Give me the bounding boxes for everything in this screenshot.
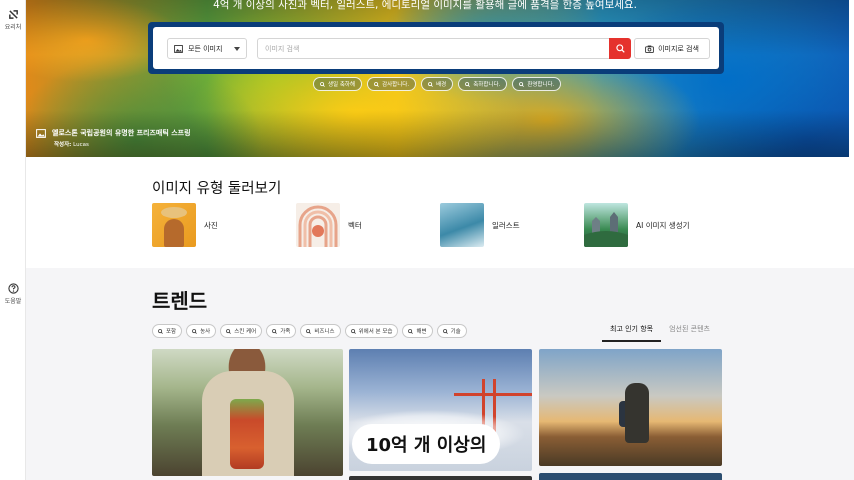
- trend-filter-chip[interactable]: 해변: [402, 324, 433, 338]
- trend-filter-label: 가족: [280, 329, 291, 335]
- trend-filter-chip[interactable]: 비즈니스: [300, 324, 341, 338]
- rainbow-arch-icon: [298, 205, 338, 247]
- suggestion-chip[interactable]: 생일 축하해: [313, 77, 363, 91]
- search-by-image-label: 이미지로 검색: [658, 44, 699, 53]
- search-panel: 모든 이미지 이미지로 검색: [148, 22, 724, 74]
- search-icon: [519, 81, 525, 87]
- left-sidebar: 요리처 도움말: [0, 0, 26, 480]
- suggestion-label: 배경: [436, 82, 447, 88]
- trend-filter-chip[interactable]: 기술: [436, 324, 467, 338]
- suggestion-chip[interactable]: 환영합니다.: [512, 77, 562, 91]
- image-type-illustration[interactable]: 일러스트: [440, 203, 584, 247]
- ai-generator-thumbnail: [584, 203, 628, 247]
- image-type-ai-generator[interactable]: AI 이미지 생성기: [584, 203, 728, 247]
- search-icon: [272, 328, 278, 334]
- suggestion-chip[interactable]: 감사합니다.: [367, 77, 417, 91]
- trend-filter-chip[interactable]: 포함: [152, 324, 183, 338]
- image-icon: [174, 44, 183, 53]
- trend-filter-label: 비즈니스: [314, 329, 335, 335]
- caption-title[interactable]: 옐로스톤 국립공원의 유명한 프리즈매틱 스프링: [52, 128, 191, 138]
- camera-icon: [645, 45, 654, 53]
- search-by-image-button[interactable]: 이미지로 검색: [634, 38, 710, 59]
- image-type-label: 일러스트: [492, 220, 520, 230]
- vector-thumbnail: [296, 203, 340, 247]
- image-type-vector[interactable]: 벡터: [296, 203, 440, 247]
- hero-banner: 4억 개 이상의 사진과 벡터, 일러스트, 에디토리얼 이미지를 활용해 글에…: [26, 0, 849, 157]
- carrots-shape: [230, 399, 264, 469]
- trend-filter-label: 기술: [450, 329, 461, 335]
- suggestion-label: 축하합니다.: [473, 82, 501, 88]
- caption-author-label: 작성자:: [54, 142, 72, 148]
- hero-subtitle: 4억 개 이상의 사진과 벡터, 일러스트, 에디토리얼 이미지를 활용해 글에…: [213, 0, 637, 11]
- trend-filter-chip[interactable]: 스킨 케어: [220, 324, 263, 338]
- trend-image-farmer-carrots[interactable]: [152, 349, 343, 476]
- trend-image-hiker-sunset[interactable]: [539, 349, 722, 466]
- trend-image-partial[interactable]: [349, 476, 532, 480]
- sidebar-logo-item[interactable]: 요리처: [0, 9, 26, 31]
- chevron-down-icon: [234, 47, 240, 51]
- trend-filter-chip[interactable]: 가족: [266, 324, 297, 338]
- trend-filter-label: 해변: [416, 329, 427, 335]
- caption-author-name[interactable]: Lucas: [73, 142, 89, 148]
- photo-thumbnail: [152, 203, 196, 247]
- trend-filter-label: 스킨 케어: [234, 329, 257, 335]
- caption-author: 작성자: Lucas: [54, 140, 191, 148]
- hiker-shape: [625, 383, 649, 443]
- search-icon: [306, 328, 312, 334]
- tab-most-popular[interactable]: 최고 인기 항목: [602, 320, 662, 342]
- suggestion-label: 환영합니다.: [527, 82, 555, 88]
- trend-filter-chips: 포함 농사 스킨 케어 가족 비즈니스 위에서 본 모습 해변 기술: [152, 324, 467, 338]
- image-icon: [36, 128, 46, 138]
- illustration-thumbnail: [440, 203, 484, 247]
- image-type-label: 벡터: [348, 220, 362, 230]
- sidebar-help-label: 도움말: [4, 298, 22, 305]
- image-type-label: 사진: [204, 220, 218, 230]
- help-icon: [7, 283, 19, 294]
- search-icon: [192, 328, 198, 334]
- trend-filter-chip[interactable]: 위에서 본 모습: [344, 324, 399, 338]
- image-type-label: AI 이미지 생성기: [636, 220, 690, 230]
- search-icon: [442, 328, 448, 334]
- search-icon: [320, 81, 325, 87]
- trend-filter-label: 포함: [166, 329, 177, 335]
- image-type-list: 사진 벡터 일러스트 AI 이미지 생성기: [152, 203, 728, 247]
- suggestion-label: 감사합니다.: [382, 82, 410, 88]
- hero-caption: 옐로스톤 국립공원의 유명한 프리즈매틱 스프링 작성자: Lucas: [36, 128, 191, 148]
- image-type-select[interactable]: 모든 이미지: [167, 38, 247, 59]
- search-icon: [465, 81, 471, 87]
- suggestion-chip[interactable]: 축하합니다.: [458, 77, 508, 91]
- search-icon: [350, 328, 356, 334]
- caption-title-row: 옐로스톤 국립공원의 유명한 프리즈매틱 스프링: [36, 128, 191, 138]
- trend-image-partial[interactable]: [539, 473, 722, 480]
- trends-title: 트렌드: [152, 289, 208, 313]
- trend-filter-label: 농사: [200, 329, 211, 335]
- search-icon: [158, 328, 163, 334]
- sidebar-help-item[interactable]: 도움말: [0, 283, 26, 305]
- search-icon: [374, 81, 379, 87]
- search-input[interactable]: [257, 38, 609, 59]
- search-icon: [408, 328, 414, 334]
- search-button[interactable]: [609, 38, 631, 59]
- explore-section-title: 이미지 유형 둘러보기: [152, 181, 282, 197]
- search-icon: [428, 81, 434, 87]
- search-icon: [226, 328, 232, 334]
- search-bar: 모든 이미지 이미지로 검색: [153, 27, 719, 69]
- image-type-value: 모든 이미지: [188, 44, 223, 53]
- trend-filter-chip[interactable]: 농사: [186, 324, 217, 338]
- image-type-photo[interactable]: 사진: [152, 203, 296, 247]
- trend-filter-label: 위에서 본 모습: [358, 329, 393, 335]
- tab-curated-content[interactable]: 엄선된 콘텐츠: [661, 320, 718, 342]
- suggestion-label: 생일 축하해: [328, 82, 356, 88]
- logo-icon: [8, 10, 18, 19]
- overlay-caption: 10억 개 이상의: [352, 424, 501, 464]
- sidebar-logo-label: 요리처: [4, 24, 22, 31]
- castle-icon: [584, 212, 628, 247]
- suggestion-chip[interactable]: 배경: [421, 77, 454, 91]
- search-icon: [615, 44, 625, 53]
- suggestion-chips: 생일 축하해 감사합니다. 배경 축하합니다. 환영합니다.: [313, 77, 562, 91]
- trend-tabs: 최고 인기 항목 엄선된 콘텐츠: [602, 320, 718, 342]
